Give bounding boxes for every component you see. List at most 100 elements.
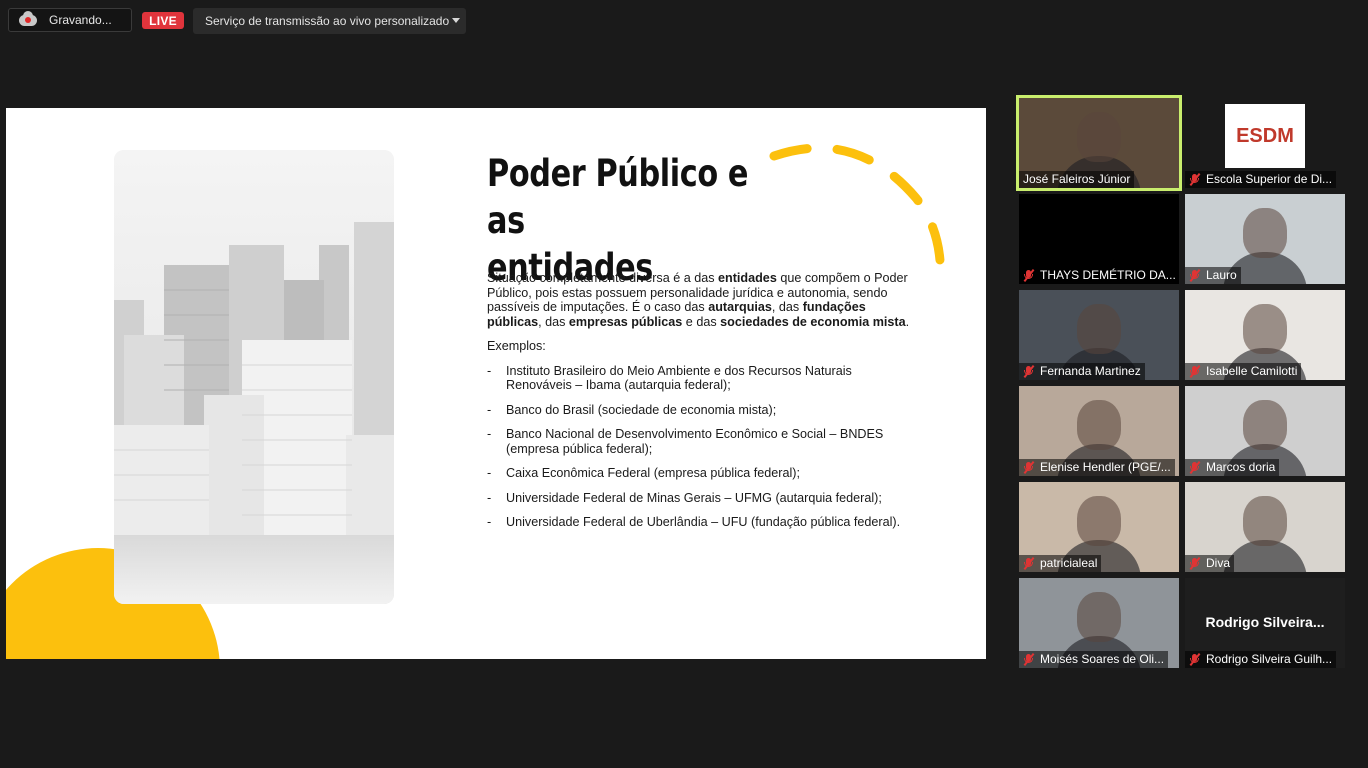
participant-tile[interactable]: ESDM Escola Superior de Di... <box>1185 98 1345 188</box>
participant-name: Escola Superior de Di... <box>1185 171 1337 188</box>
participant-display-name: Rodrigo Silveira... <box>1205 614 1325 630</box>
slide-title-line-1: Poder Público e as <box>487 152 749 242</box>
example-item: - Universidade Federal de Minas Gerais – … <box>487 491 917 506</box>
mic-muted-icon <box>1023 364 1035 379</box>
participant-tile[interactable]: Moisés Soares de Oli... <box>1019 578 1179 668</box>
participant-name: José Faleiros Júnior <box>1019 171 1135 188</box>
participant-name: patricialeal <box>1019 555 1102 572</box>
example-text: Universidade Federal de Minas Gerais – U… <box>506 490 882 505</box>
chevron-down-icon <box>452 18 460 23</box>
mic-muted-icon <box>1023 652 1035 667</box>
participant-name-text: Moisés Soares de Oli... <box>1040 652 1165 666</box>
recording-label: Gravando... <box>49 13 112 27</box>
example-text: Banco do Brasil (sociedade de economia m… <box>506 402 777 417</box>
bold-term: sociedades de economia mista <box>720 314 906 329</box>
examples-list: - Instituto Brasileiro do Meio Ambiente e… <box>487 364 917 530</box>
participant-name: Fernanda Martinez <box>1019 363 1145 380</box>
slide-title: Poder Público e as entidades <box>487 150 749 291</box>
paragraph-text: Situação completamente diversa é a das <box>487 271 719 285</box>
participant-name: Lauro <box>1185 267 1241 284</box>
example-text: Caixa Econômica Federal (empresa pública… <box>506 466 800 480</box>
decorative-dashed-arc <box>769 143 945 288</box>
participant-video <box>1243 304 1287 354</box>
participant-tile[interactable]: Elenise Hendler (PGE/... <box>1019 386 1179 476</box>
participant-name-text: Lauro <box>1206 268 1237 282</box>
mic-muted-icon <box>1189 652 1201 667</box>
mic-muted-icon <box>1189 460 1201 475</box>
paragraph-text: , das <box>771 300 803 314</box>
bullet-dash: - <box>487 515 492 529</box>
participant-video <box>1077 112 1121 162</box>
participant-tile[interactable]: Rodrigo Silveira... Rodrigo Silveira Guil… <box>1185 578 1345 668</box>
recording-indicator[interactable]: Gravando... <box>8 8 132 32</box>
buildings-photo <box>114 150 394 604</box>
example-text: Banco Nacional de Desenvolvimento Econôm… <box>506 427 884 456</box>
participant-name-text: Rodrigo Silveira Guilh... <box>1206 652 1333 666</box>
participant-name-text: Isabelle Camilotti <box>1206 364 1298 378</box>
participant-video <box>1077 304 1121 354</box>
bullet-dash: - <box>487 402 492 417</box>
example-text: Instituto Brasileiro do Meio Ambiente e … <box>506 363 852 393</box>
participant-name-text: Elenise Hendler (PGE/... <box>1040 460 1171 474</box>
paragraph-text: , das <box>538 314 569 329</box>
participant-video <box>1077 400 1121 450</box>
example-item: - Banco Nacional de Desenvolvimento Econô… <box>487 427 917 456</box>
bullet-dash: - <box>487 466 492 480</box>
mic-muted-icon <box>1023 268 1035 283</box>
participant-name-text: THAYS DEMÉTRIO DA... <box>1040 268 1176 282</box>
participant-video <box>1243 496 1287 546</box>
intro-paragraph: Situação completamente diversa é a das e… <box>487 271 917 329</box>
participant-name-text: José Faleiros Júnior <box>1023 172 1131 186</box>
participant-video <box>1243 208 1287 258</box>
participant-tile[interactable]: Fernanda Martinez <box>1019 290 1179 380</box>
participant-name: Rodrigo Silveira Guilh... <box>1185 651 1337 668</box>
mic-muted-icon <box>1023 556 1035 571</box>
participant-name-text: patricialeal <box>1040 556 1098 570</box>
participant-name: THAYS DEMÉTRIO DA... <box>1019 267 1179 284</box>
participant-logo: ESDM <box>1225 104 1305 168</box>
participant-name: Moisés Soares de Oli... <box>1019 651 1169 668</box>
shared-slide: Poder Público e as entidades Situação co… <box>6 108 986 659</box>
participant-video <box>1077 592 1121 642</box>
mic-muted-icon <box>1023 460 1035 475</box>
participant-video <box>1077 496 1121 546</box>
paragraph-text: e das <box>682 314 721 329</box>
example-item: - Caixa Econômica Federal (empresa públic… <box>487 466 917 481</box>
example-text: Universidade Federal de Uberlândia – UFU… <box>506 515 901 529</box>
mic-muted-icon <box>1189 556 1201 571</box>
participant-name: Isabelle Camilotti <box>1185 363 1302 380</box>
bold-term: entidades <box>718 271 777 285</box>
bold-term: empresas públicas <box>568 314 683 329</box>
slide-body: Situação completamente diversa é a das e… <box>487 271 917 540</box>
participant-tile[interactable]: Diva <box>1185 482 1345 572</box>
example-item: - Universidade Federal de Uberlândia – UF… <box>487 515 917 530</box>
paragraph-text: . <box>905 314 910 329</box>
bold-term: autarquias <box>708 300 772 314</box>
participant-name: Elenise Hendler (PGE/... <box>1019 459 1175 476</box>
participant-name: Diva <box>1185 555 1235 572</box>
bullet-dash: - <box>487 490 492 505</box>
mic-muted-icon <box>1189 268 1201 283</box>
mic-muted-icon <box>1189 364 1201 379</box>
participant-tile[interactable]: Lauro <box>1185 194 1345 284</box>
participant-name-text: Diva <box>1206 556 1231 570</box>
participant-name-text: Fernanda Martinez <box>1040 364 1141 378</box>
example-item: - Instituto Brasileiro do Meio Ambiente e… <box>487 364 917 393</box>
participant-name-text: Escola Superior de Di... <box>1206 172 1333 186</box>
participant-video <box>1243 400 1287 450</box>
cloud-record-icon <box>19 11 39 27</box>
participant-tile[interactable]: patricialeal <box>1019 482 1179 572</box>
live-badge: LIVE <box>142 12 184 29</box>
bullet-dash: - <box>487 427 492 441</box>
examples-label: Exemplos: <box>487 339 546 353</box>
stream-service-label: Serviço de transmissão ao vivo personali… <box>205 14 450 28</box>
participant-tile[interactable]: Isabelle Camilotti <box>1185 290 1345 380</box>
bullet-dash: - <box>487 363 492 378</box>
mic-muted-icon <box>1189 172 1201 187</box>
participant-tile[interactable]: Marcos doria <box>1185 386 1345 476</box>
example-item: - Banco do Brasil (sociedade de economia … <box>487 403 917 418</box>
stream-service-dropdown[interactable]: Serviço de transmissão ao vivo personali… <box>193 8 466 34</box>
participant-tile[interactable]: THAYS DEMÉTRIO DA... <box>1019 194 1179 284</box>
participant-name-text: Marcos doria <box>1206 460 1276 474</box>
participant-tile[interactable]: José Faleiros Júnior <box>1019 98 1179 188</box>
